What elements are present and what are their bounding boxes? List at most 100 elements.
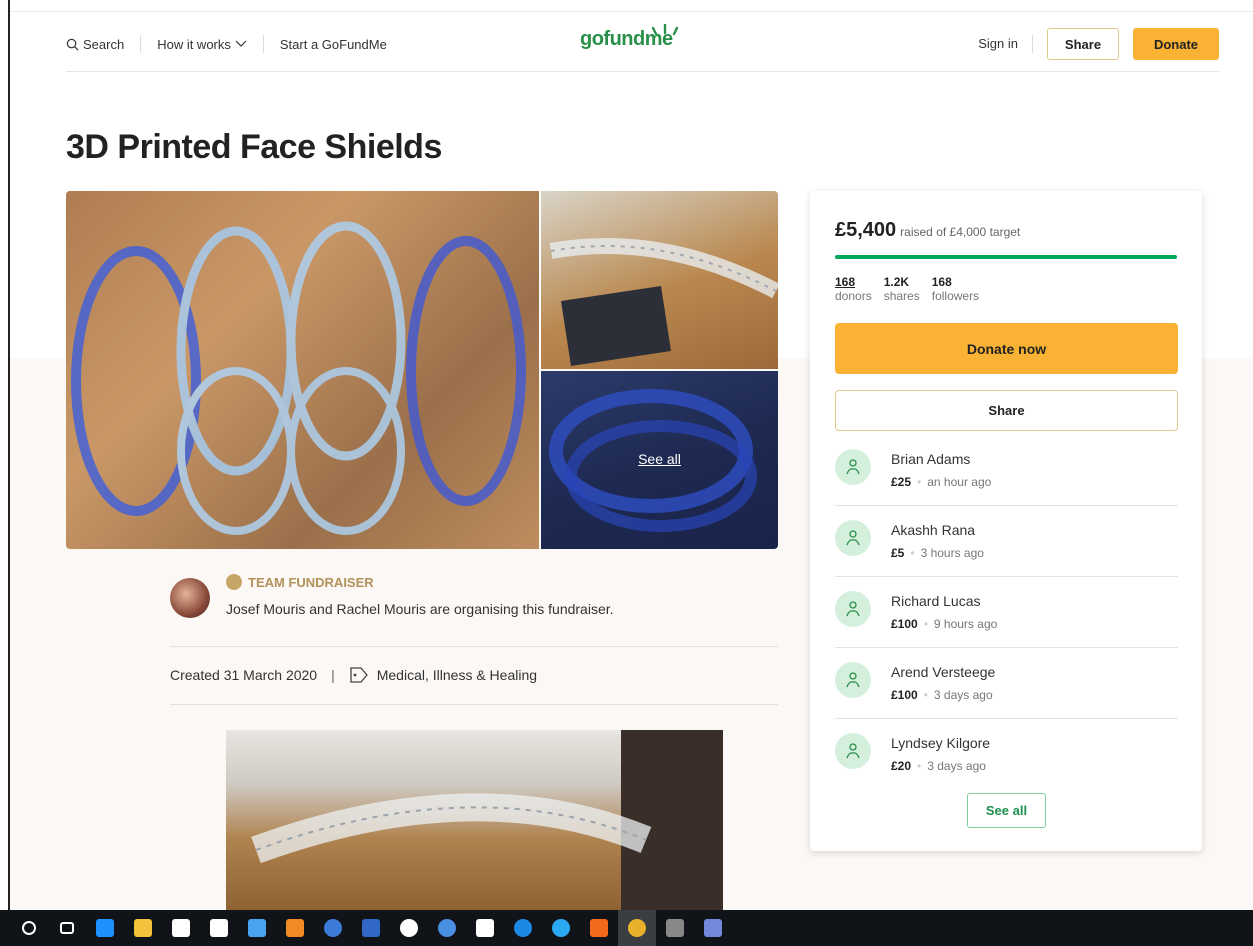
category-link[interactable]: Medical, Illness & Healing [377, 667, 537, 683]
stat-donors[interactable]: 168 donors [835, 275, 872, 303]
separator-dot: • [917, 475, 922, 489]
start-gofundme-link[interactable]: Start a GoFundMe [264, 35, 403, 53]
donor-heart-hand-icon [835, 520, 871, 556]
donor-name: Arend Versteege [891, 664, 996, 680]
donor-heart-hand-icon [835, 591, 871, 627]
divider [170, 704, 778, 705]
discord-icon [704, 919, 722, 937]
tag-icon [350, 667, 368, 683]
team-icon [226, 574, 242, 590]
donation-item: Akashh Rana £5 • 3 hours ago [835, 506, 1178, 577]
app-icon-2 [362, 919, 380, 937]
campaign-meta: Created 31 March 2020 | Medical, Illness… [170, 666, 537, 684]
donor-heart-hand-icon [835, 733, 871, 769]
sign-in-link[interactable]: Sign in [978, 35, 1033, 53]
gofundme-logo[interactable]: gofundme [580, 24, 678, 51]
vlc-icon [286, 919, 304, 937]
taskbar-item[interactable] [48, 910, 86, 946]
taskbar-item[interactable] [694, 910, 732, 946]
taskbar-item[interactable] [276, 910, 314, 946]
taskbar-item[interactable] [10, 910, 48, 946]
separator-dot: • [923, 688, 928, 702]
donation-details: £25 • an hour ago [891, 475, 991, 489]
donor-name: Brian Adams [891, 451, 971, 467]
separator-dot: • [917, 759, 922, 773]
app-icon-8 [666, 919, 684, 937]
store-icon [172, 919, 190, 937]
taskbar-item[interactable] [542, 910, 580, 946]
taskbar-item[interactable] [390, 910, 428, 946]
taskbar-item[interactable] [504, 910, 542, 946]
donation-amount: £25 [891, 475, 912, 489]
mail-icon [514, 919, 532, 937]
taskbar-item[interactable] [314, 910, 352, 946]
donor-name: Richard Lucas [891, 593, 981, 609]
taskbar-item[interactable] [162, 910, 200, 946]
taskbar-item[interactable] [352, 910, 390, 946]
taskbar-item[interactable] [124, 910, 162, 946]
stat-label: donors [835, 289, 872, 303]
donate-now-button[interactable]: Donate now [835, 323, 1178, 374]
window-edge [0, 0, 10, 946]
taskbar-item[interactable] [466, 910, 504, 946]
campaign-photo-3[interactable]: See all [541, 371, 778, 549]
page-title: 3D Printed Face Shields [66, 128, 442, 166]
app-icon [324, 919, 342, 937]
logo-sun-icon [652, 24, 678, 36]
header-donate-button[interactable]: Donate [1133, 28, 1219, 60]
notepad-icon [210, 919, 228, 937]
stat-label: followers [931, 289, 980, 303]
steam-icon [248, 919, 266, 937]
face-shields-illustration [66, 191, 539, 549]
app-icon-4 [438, 919, 456, 937]
donor-name: Akashh Rana [891, 522, 976, 538]
edge-icon [96, 919, 114, 937]
taskbar-item[interactable] [618, 910, 656, 946]
story-illustration [251, 730, 723, 910]
taskbar-item[interactable] [238, 910, 276, 946]
how-it-works-menu[interactable]: How it works [141, 35, 264, 53]
campaign-photo-2[interactable] [541, 191, 778, 369]
separator-dot: • [923, 617, 928, 631]
app-icon-3 [400, 919, 418, 937]
campaign-photo-main[interactable] [66, 191, 539, 549]
taskbar-item[interactable] [86, 910, 124, 946]
donor-heart-hand-icon [835, 662, 871, 698]
chevron-down-icon [235, 40, 247, 47]
meta-separator: | [331, 667, 335, 683]
progress-bar [835, 255, 1177, 259]
taskbar-item[interactable] [428, 910, 466, 946]
file-explorer-icon [134, 919, 152, 937]
search-icon [66, 38, 79, 50]
stat-number: 168 [835, 275, 856, 289]
donation-item: Arend Versteege £100 • 3 days ago [835, 648, 1178, 719]
donation-card: £5,400 raised of £4,000 target 168 donor… [810, 191, 1202, 851]
donation-details: £100 • 9 hours ago [891, 617, 997, 631]
donation-details: £5 • 3 hours ago [891, 546, 984, 560]
recent-donations-list: Brian Adams £25 • an hour ago Akashh Ran… [835, 435, 1178, 790]
search-link[interactable]: Search [66, 35, 142, 53]
donation-time: an hour ago [927, 475, 992, 489]
team-fundraiser-badge: TEAM FUNDRAISER [226, 574, 374, 590]
see-all-photos-link[interactable]: See all [541, 451, 778, 467]
shields-stack-illustration [549, 238, 778, 366]
nav-left: Search How it works Start a GoFundMe [66, 35, 403, 53]
stat-followers: 168 followers [932, 275, 979, 303]
app-icon-7 [590, 919, 608, 937]
stat-shares: 1.2K shares [884, 275, 920, 303]
taskbar-item[interactable] [656, 910, 694, 946]
taskbar-item[interactable] [200, 910, 238, 946]
donation-item: Lyndsey Kilgore £20 • 3 days ago [835, 719, 1178, 790]
header-share-button[interactable]: Share [1047, 28, 1119, 60]
campaign-story-photo[interactable] [226, 730, 723, 910]
donation-amount: £100 [891, 617, 918, 631]
taskbar-item[interactable] [580, 910, 618, 946]
progress-fill [835, 255, 1177, 259]
campaign-stats: 168 donors 1.2K shares 168 followers [835, 275, 979, 303]
organiser-avatar[interactable] [170, 578, 210, 618]
raised-amount: £5,400 [835, 219, 897, 241]
see-all-donations-button[interactable]: See all [967, 793, 1046, 828]
browser-top-strip [10, 0, 1253, 12]
share-button[interactable]: Share [835, 390, 1178, 431]
donor-heart-hand-icon [835, 449, 871, 485]
